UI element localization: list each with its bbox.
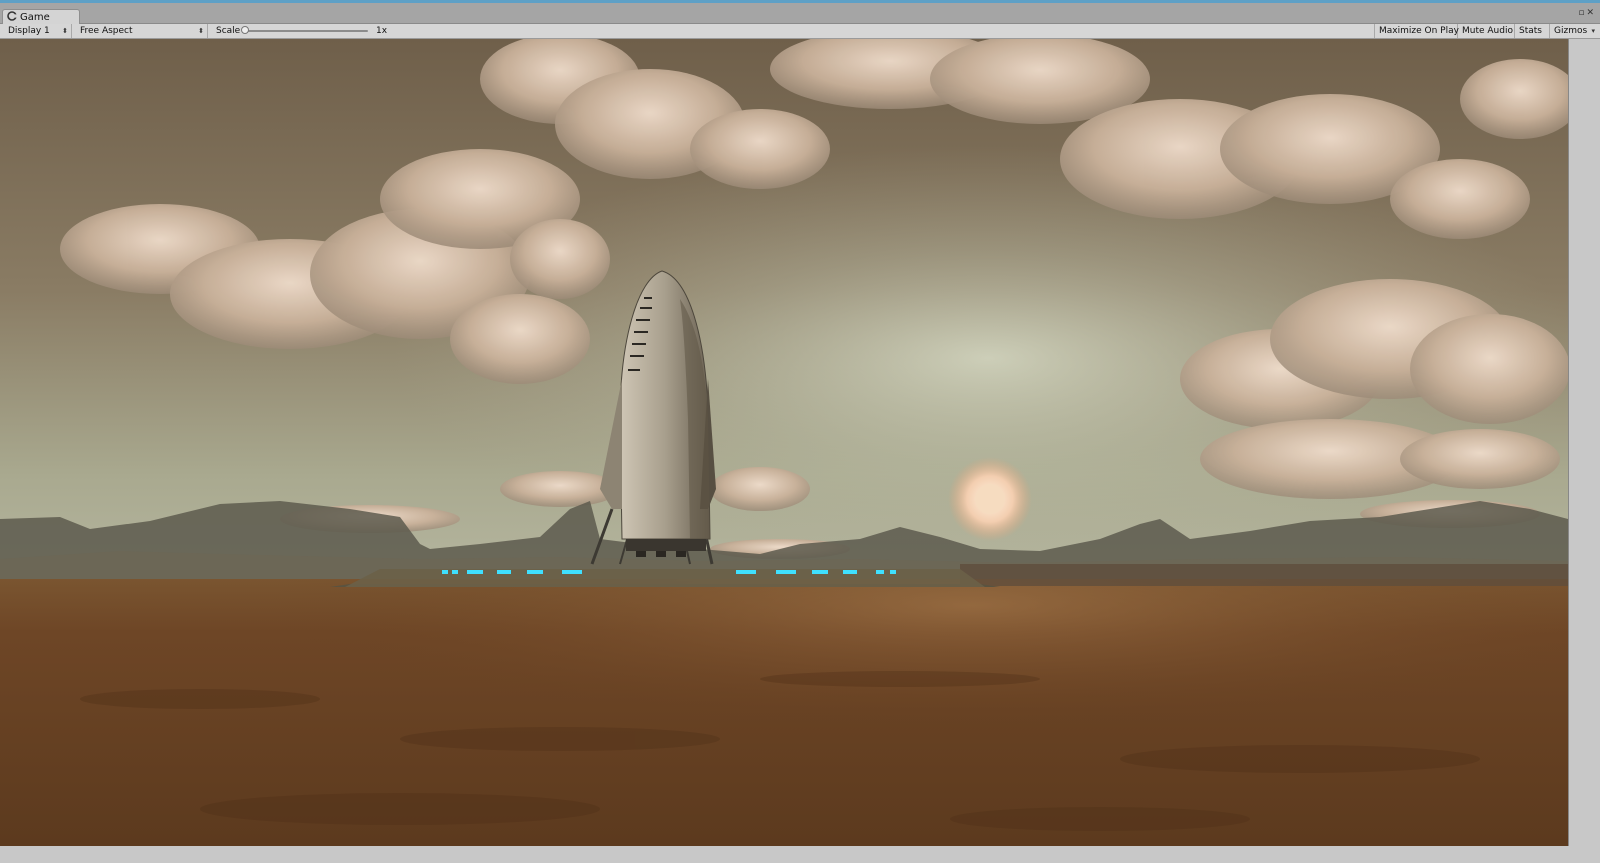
display-dropdown[interactable]: Display 1 ⬍: [4, 24, 72, 38]
maximize-on-play-toggle[interactable]: Maximize On Play: [1374, 24, 1459, 38]
scale-slider-thumb[interactable]: [241, 26, 249, 34]
aspect-dropdown-label: Free Aspect: [80, 26, 133, 36]
unity-game-window: Game ▫✕ Display 1 ⬍ Free Aspect ⬍ Scale …: [0, 0, 1600, 863]
gamepad-icon: [7, 11, 17, 21]
sun-core: [975, 484, 1005, 514]
stats-toggle[interactable]: Stats: [1515, 24, 1550, 38]
tab-title: Game: [20, 12, 50, 23]
game-viewport[interactable]: [0, 39, 1569, 846]
landing-pad: [345, 569, 985, 587]
viewport-right-gutter: [1569, 39, 1600, 846]
window-controls: ▫✕: [1578, 8, 1596, 18]
aspect-dropdown[interactable]: Free Aspect ⬍: [76, 24, 208, 38]
distant-ridge: [960, 564, 1568, 586]
gizmos-label: Gizmos: [1554, 26, 1588, 36]
dropdown-caret-icon: ⬍: [198, 27, 204, 35]
game-toolbar: Display 1 ⬍ Free Aspect ⬍ Scale 1x Maxim…: [0, 24, 1600, 39]
scale-value: 1x: [376, 26, 388, 36]
display-dropdown-label: Display 1: [8, 26, 50, 36]
dropdown-caret-icon: ⬍: [62, 27, 68, 35]
viewport-bottom-bar: [0, 846, 1600, 863]
tab-game[interactable]: Game: [2, 9, 80, 24]
scale-slider-track[interactable]: [244, 30, 368, 32]
mute-audio-toggle[interactable]: Mute Audio: [1458, 24, 1515, 38]
game-scene: [0, 39, 1568, 846]
tab-bar: Game ▫✕: [0, 3, 1600, 24]
close-icon[interactable]: ✕: [1586, 8, 1596, 18]
gizmos-dropdown[interactable]: Gizmos ▾: [1550, 24, 1598, 38]
dropdown-caret-icon: ▾: [1591, 27, 1595, 35]
